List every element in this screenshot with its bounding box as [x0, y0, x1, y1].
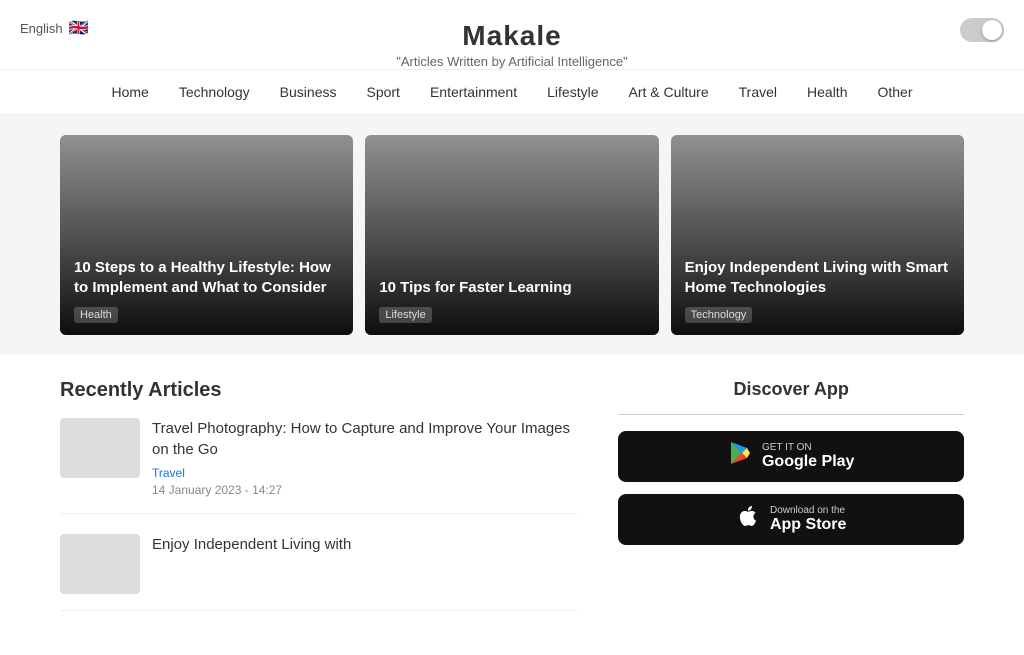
app-store-label: App Store — [770, 516, 846, 534]
list-item: Enjoy Independent Living with — [60, 534, 578, 611]
card-tag-2: Technology — [685, 307, 753, 323]
article-title-1[interactable]: Enjoy Independent Living with — [152, 534, 351, 555]
site-title: Makale — [20, 20, 1004, 52]
card-title-1: 10 Tips for Faster Learning — [379, 278, 644, 298]
recent-section: Recently Articles Travel Photography: Ho… — [0, 355, 1024, 655]
nav-business[interactable]: Business — [280, 84, 337, 100]
site-subtitle: "Articles Written by Artificial Intellig… — [20, 54, 1004, 69]
article-tag-0: Travel — [152, 466, 578, 480]
toggle-knob — [982, 20, 1002, 40]
article-info-1: Enjoy Independent Living with — [152, 534, 351, 594]
article-date-0: 14 January 2023 - 14:27 — [152, 483, 578, 497]
apple-icon — [736, 504, 760, 535]
google-play-sub: GET IT ON — [762, 442, 854, 453]
google-play-button[interactable]: GET IT ON Google Play — [618, 431, 964, 482]
article-info-0: Travel Photography: How to Capture and I… — [152, 418, 578, 497]
featured-card-2[interactable]: Enjoy Independent Living with Smart Home… — [671, 135, 964, 335]
featured-card-1[interactable]: 10 Tips for Faster Learning Lifestyle — [365, 135, 658, 335]
card-content-0: 10 Steps to a Healthy Lifestyle: How to … — [74, 258, 339, 323]
header: English 🇬🇧 Makale "Articles Written by A… — [0, 0, 1024, 70]
article-thumbnail-0 — [60, 418, 140, 478]
nav-travel[interactable]: Travel — [739, 84, 777, 100]
app-store-sub: Download on the — [770, 505, 846, 516]
app-divider — [618, 414, 964, 415]
nav-other[interactable]: Other — [877, 84, 912, 100]
app-section: Discover App GET IT ON Google Play — [618, 379, 964, 631]
flag-icon: 🇬🇧 — [69, 18, 89, 38]
google-play-text: GET IT ON Google Play — [762, 442, 854, 471]
nav-art-culture[interactable]: Art & Culture — [628, 84, 708, 100]
app-store-button[interactable]: Download on the App Store — [618, 494, 964, 545]
app-store-text: Download on the App Store — [770, 505, 846, 534]
nav-lifestyle[interactable]: Lifestyle — [547, 84, 598, 100]
nav-technology[interactable]: Technology — [179, 84, 250, 100]
app-heading: Discover App — [618, 379, 964, 400]
google-play-icon — [728, 441, 752, 472]
theme-toggle-wrap — [960, 18, 1004, 42]
featured-cards: 10 Steps to a Healthy Lifestyle: How to … — [0, 115, 1024, 355]
card-title-0: 10 Steps to a Healthy Lifestyle: How to … — [74, 258, 339, 297]
article-thumbnail-1 — [60, 534, 140, 594]
card-content-1: 10 Tips for Faster Learning Lifestyle — [379, 278, 644, 324]
site-title-block: Makale "Articles Written by Artificial I… — [20, 12, 1004, 69]
theme-toggle[interactable] — [960, 18, 1004, 42]
article-title-0[interactable]: Travel Photography: How to Capture and I… — [152, 418, 578, 460]
card-tag-0: Health — [74, 307, 118, 323]
featured-card-0[interactable]: 10 Steps to a Healthy Lifestyle: How to … — [60, 135, 353, 335]
lang-label: English — [20, 21, 63, 36]
nav-sport[interactable]: Sport — [366, 84, 399, 100]
recent-heading: Recently Articles — [60, 379, 578, 402]
card-content-2: Enjoy Independent Living with Smart Home… — [685, 258, 950, 323]
card-title-2: Enjoy Independent Living with Smart Home… — [685, 258, 950, 297]
card-tag-1: Lifestyle — [379, 307, 431, 323]
recent-articles: Recently Articles Travel Photography: Ho… — [60, 379, 578, 631]
nav-health[interactable]: Health — [807, 84, 847, 100]
nav-home[interactable]: Home — [111, 84, 148, 100]
google-play-label: Google Play — [762, 453, 854, 471]
list-item: Travel Photography: How to Capture and I… — [60, 418, 578, 514]
language-selector[interactable]: English 🇬🇧 — [20, 18, 89, 38]
nav-entertainment[interactable]: Entertainment — [430, 84, 517, 100]
main-nav: Home Technology Business Sport Entertain… — [0, 70, 1024, 115]
